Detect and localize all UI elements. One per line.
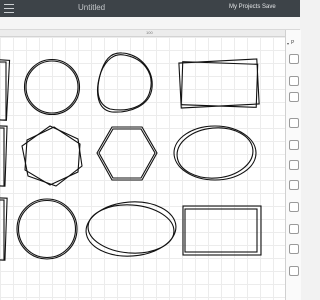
frame-circle-double-2[interactable]: [16, 198, 78, 260]
layer-checkbox[interactable]: [289, 202, 299, 212]
frame-oval-tilted-double[interactable]: [84, 199, 178, 259]
layer-checkbox[interactable]: [289, 92, 299, 102]
save-button[interactable]: Save: [262, 4, 276, 10]
frame-hexagon-double[interactable]: [21, 125, 83, 187]
layers-panel: ▾ P: [285, 30, 301, 300]
frame-hexagon-single[interactable]: [96, 126, 158, 181]
layer-checkbox[interactable]: [289, 244, 299, 254]
layers-panel-label: P: [291, 40, 295, 46]
frame-square-double-left[interactable]: [0, 59, 11, 121]
layer-checkbox[interactable]: [289, 140, 299, 150]
frame-rectangle-double-2[interactable]: [182, 205, 262, 256]
edit-toolbar: [0, 17, 300, 30]
app-header: Untitled My Projects Save: [0, 0, 300, 17]
menu-icon[interactable]: [4, 4, 14, 13]
layer-checkbox[interactable]: [289, 160, 299, 170]
layer-checkbox[interactable]: [289, 76, 299, 86]
design-canvas[interactable]: [0, 37, 285, 300]
frame-rectangle-double[interactable]: [178, 58, 260, 109]
chevron-down-icon[interactable]: ▾: [287, 41, 289, 46]
layer-checkbox[interactable]: [289, 54, 299, 64]
frame-square-double-left-2[interactable]: [0, 125, 8, 187]
top-ruler: 100: [0, 30, 285, 37]
ruler-label: 100: [146, 30, 153, 35]
layer-checkbox[interactable]: [289, 224, 299, 234]
my-projects-link[interactable]: My Projects: [229, 4, 260, 10]
layer-checkbox[interactable]: [289, 180, 299, 190]
layer-checkbox[interactable]: [289, 266, 299, 276]
frame-oval-double[interactable]: [173, 125, 257, 181]
document-title[interactable]: Untitled: [78, 3, 105, 12]
frame-circle-double[interactable]: [23, 58, 81, 116]
frame-square-double-left-3[interactable]: [0, 197, 8, 261]
layer-checkbox[interactable]: [289, 118, 299, 128]
frame-organic-triangle[interactable]: [97, 52, 153, 113]
